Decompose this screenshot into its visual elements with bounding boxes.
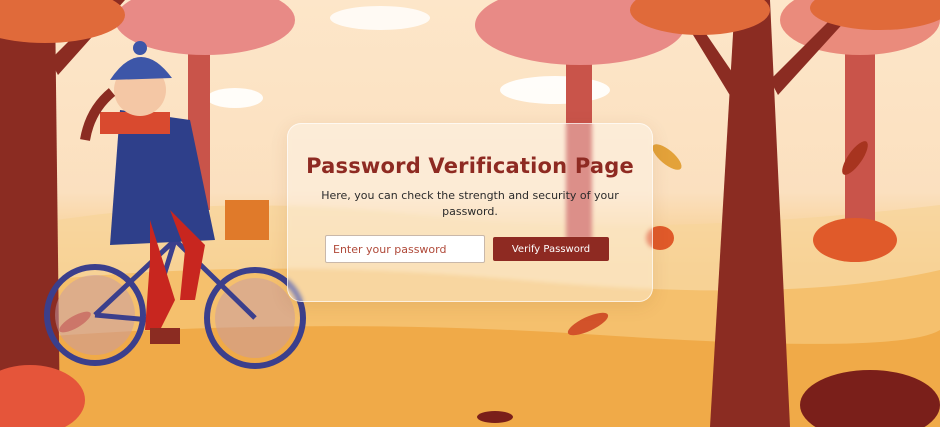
password-input[interactable] <box>325 235 485 263</box>
page-title: Password Verification Page <box>306 154 634 178</box>
password-form: Verify Password <box>325 235 609 263</box>
verify-password-button[interactable]: Verify Password <box>493 237 609 261</box>
verification-card: Password Verification Page Here, you can… <box>287 123 653 302</box>
autumn-scene: Password Verification Page Here, you can… <box>0 0 940 427</box>
page-subtitle: Here, you can check the strength and sec… <box>321 189 619 218</box>
